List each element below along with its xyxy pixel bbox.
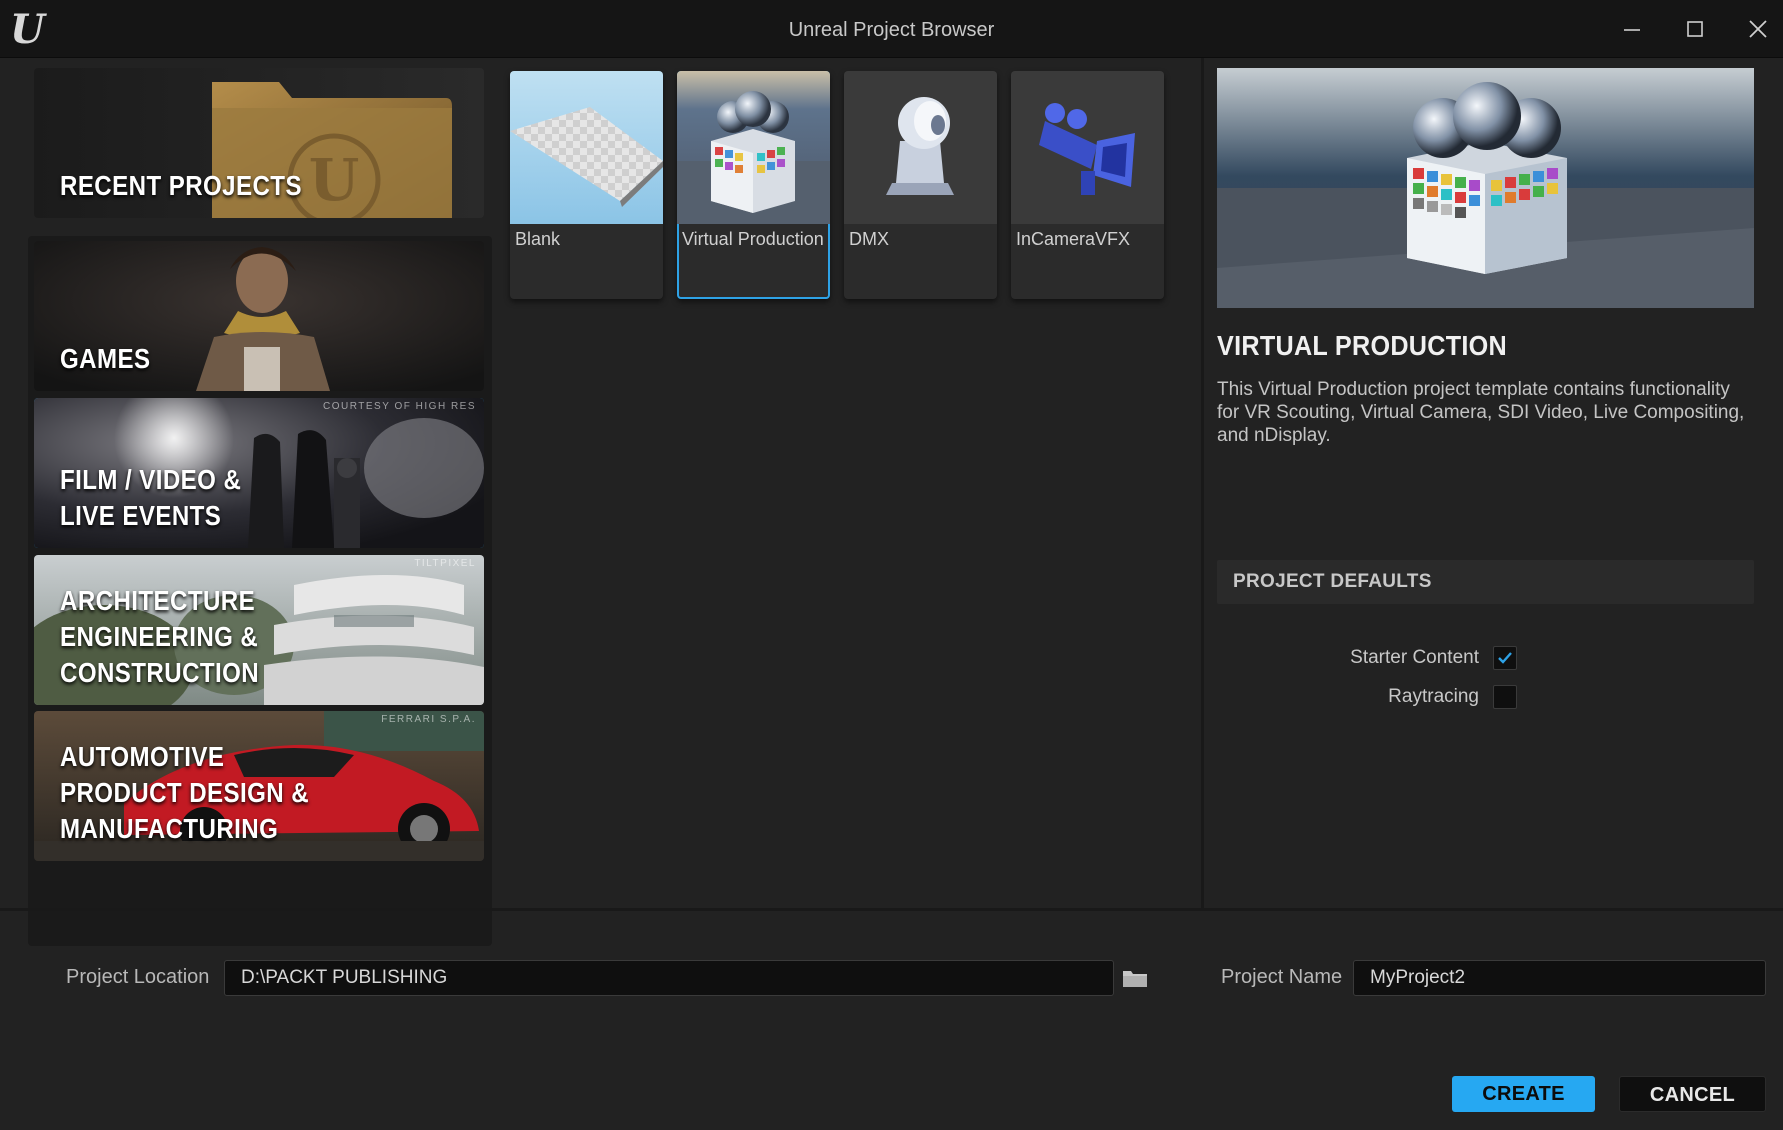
incameravfx-thumbnail-icon <box>1011 71 1164 224</box>
svg-text:U: U <box>309 146 360 214</box>
project-location-input[interactable] <box>224 960 1114 996</box>
project-browser-body: U RECENT PROJECTS GAMES COURTESY OF HIGH… <box>0 58 1783 1130</box>
template-label: DMX <box>849 229 889 249</box>
template-incameravfx[interactable]: InCameraVFX <box>1011 71 1164 299</box>
minimize-icon[interactable] <box>1617 14 1647 44</box>
category-label: AUTOMOTIVE PRODUCT DESIGN & MANUFACTURIN… <box>60 741 310 844</box>
starter-content-checkbox[interactable] <box>1493 646 1517 670</box>
checkmark-icon <box>1498 652 1512 664</box>
close-icon[interactable] <box>1743 14 1773 44</box>
project-defaults-header[interactable]: PROJECT DEFAULTS <box>1217 560 1754 604</box>
template-label: Virtual Production <box>682 229 824 249</box>
category-recent-projects[interactable]: U RECENT PROJECTS <box>34 68 484 218</box>
template-description: This Virtual Production project template… <box>1217 379 1745 446</box>
virtual-production-thumbnail-icon <box>677 71 830 224</box>
maximize-icon[interactable] <box>1680 14 1710 44</box>
category-film-video-live-events[interactable]: COURTESY OF HIGH RES FILM / VIDEO & LIVE… <box>34 398 484 548</box>
template-title: VIRTUAL PRODUCTION <box>1217 330 1507 361</box>
category-label: ARCHITECTURE ENGINEERING & CONSTRUCTION <box>60 585 260 688</box>
cancel-button[interactable]: CANCEL <box>1619 1076 1766 1112</box>
category-label: FILM / VIDEO & LIVE EVENTS <box>60 464 242 531</box>
category-label: RECENT PROJECTS <box>60 170 302 201</box>
image-credit: TILTPIXEL <box>414 558 476 569</box>
horizontal-divider <box>0 908 1783 911</box>
starter-content-label: Starter Content <box>1350 647 1479 668</box>
dmx-thumbnail-icon <box>844 71 997 224</box>
title-bar: U Unreal Project Browser <box>0 0 1783 58</box>
template-blank[interactable]: Blank <box>510 71 663 299</box>
raytracing-checkbox[interactable] <box>1493 685 1517 709</box>
category-automotive[interactable]: FERRARI S.P.A. AUTOMOTIVE PRODUCT DESIGN… <box>34 711 484 861</box>
category-label: GAMES <box>60 343 151 374</box>
template-preview-image <box>1217 68 1754 308</box>
project-name-input[interactable] <box>1353 960 1766 996</box>
image-credit: COURTESY OF HIGH RES <box>323 401 476 412</box>
create-button[interactable]: CREATE <box>1452 1076 1595 1112</box>
category-architecture[interactable]: TILTPIXEL ARCHITECTURE ENGINEERING & CON… <box>34 555 484 705</box>
project-defaults-label: PROJECT DEFAULTS <box>1233 571 1432 592</box>
blank-thumbnail-icon <box>510 71 663 224</box>
category-games[interactable]: GAMES <box>34 241 484 391</box>
template-virtual-production[interactable]: Virtual Production <box>677 71 830 299</box>
browse-folder-icon[interactable] <box>1121 967 1149 989</box>
template-dmx[interactable]: DMX <box>844 71 997 299</box>
project-name-label: Project Name <box>1221 966 1343 988</box>
project-location-label: Project Location <box>66 966 210 988</box>
raytracing-label: Raytracing <box>1388 686 1479 707</box>
template-label: Blank <box>515 229 561 249</box>
template-label: InCameraVFX <box>1016 229 1131 249</box>
window-title: Unreal Project Browser <box>788 19 995 41</box>
vertical-splitter[interactable] <box>1201 58 1204 908</box>
image-credit: FERRARI S.P.A. <box>381 714 476 725</box>
